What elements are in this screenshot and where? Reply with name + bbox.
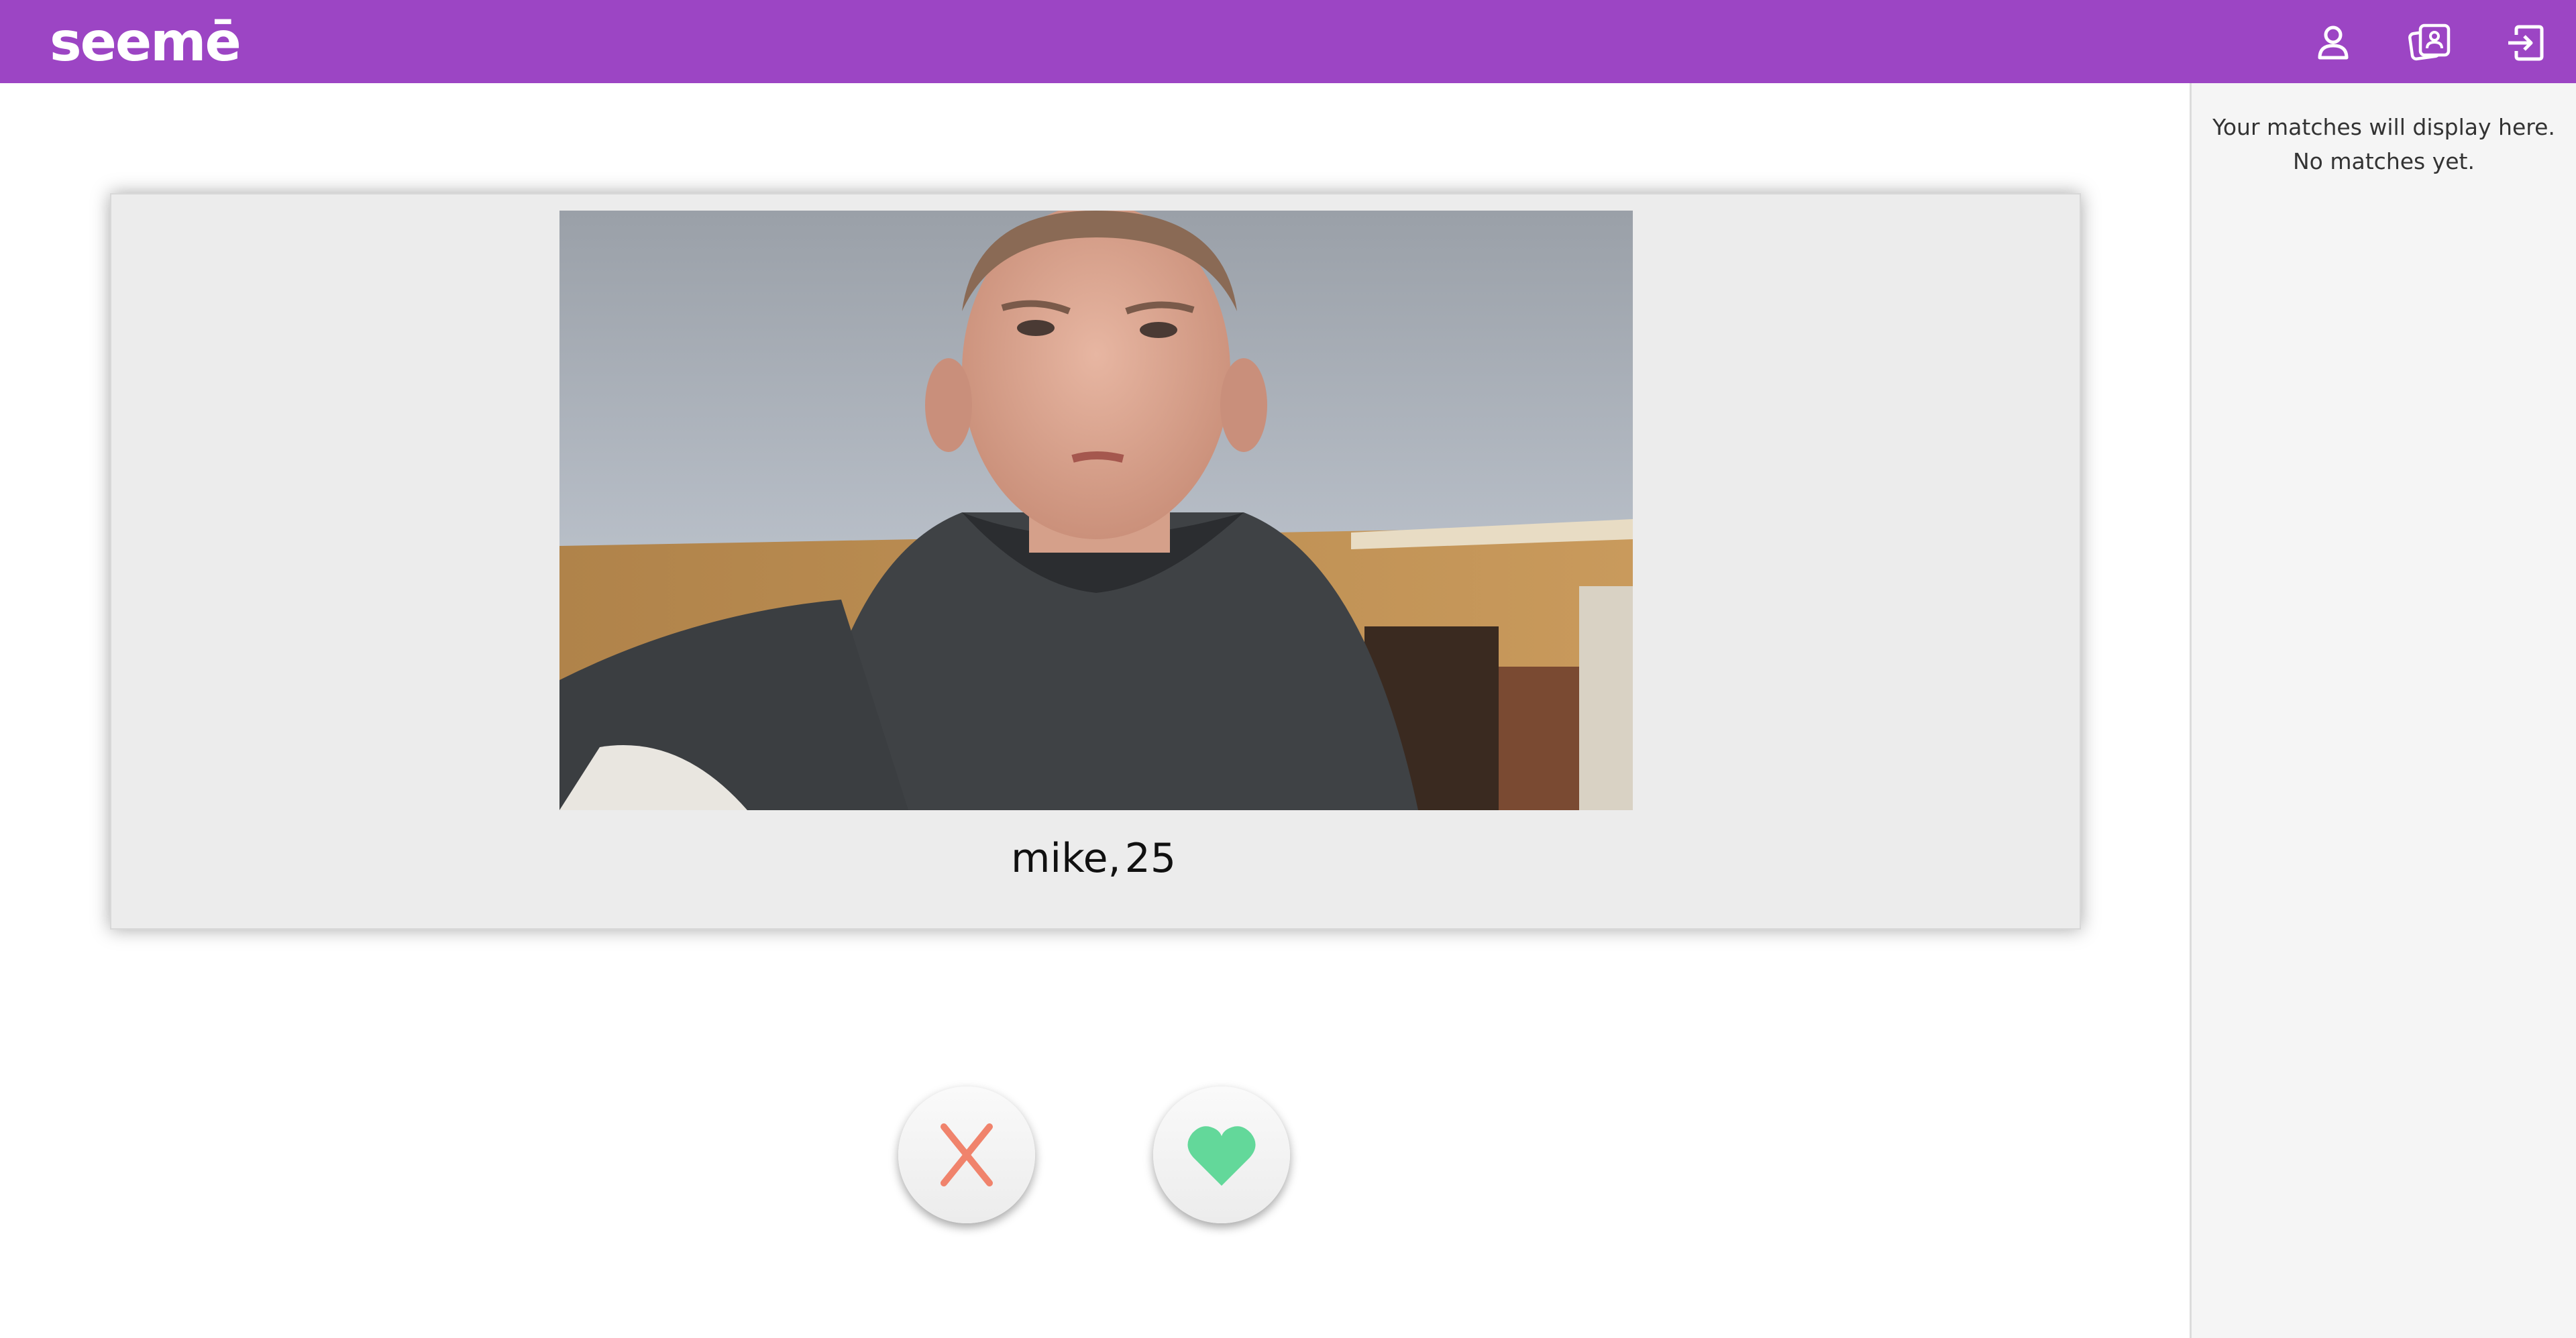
reject-button[interactable] [898, 1086, 1035, 1223]
x-icon [941, 1123, 993, 1186]
profile-card[interactable]: mike, 25 [110, 193, 2081, 930]
logout-icon [2508, 25, 2544, 61]
profile-button[interactable] [2312, 21, 2355, 64]
logout-button[interactable] [2504, 21, 2547, 64]
heart-icon [1187, 1126, 1256, 1186]
like-button[interactable] [1153, 1086, 1290, 1223]
discover-area: mike, 25 [0, 83, 2190, 1338]
no-matches-text: No matches yet. [2293, 148, 2475, 174]
matches-info-text: Your matches will display here. [2212, 114, 2555, 140]
matches-sidebar: Your matches will display here. No match… [2190, 83, 2576, 1338]
profile-photo [559, 211, 1633, 810]
person-icon [2318, 25, 2349, 60]
matches-cards-button[interactable] [2408, 21, 2451, 64]
contact-card-icon [2408, 23, 2451, 61]
profile-name-age: mike, 25 [111, 818, 2080, 899]
app-logo[interactable]: seemē [50, 12, 241, 72]
matches-empty-message: Your matches will display here. No match… [2192, 110, 2576, 178]
profile-name: mike, [1010, 835, 1121, 882]
profile-age: 25 [1124, 835, 1177, 882]
top-navigation-bar: seemē [0, 0, 2576, 83]
